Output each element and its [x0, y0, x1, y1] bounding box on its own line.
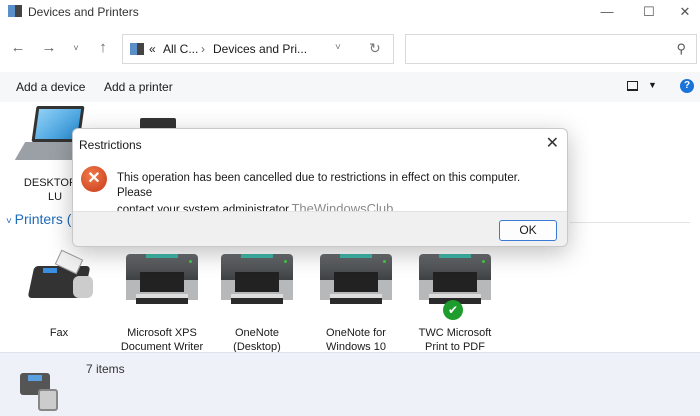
command-bar: Add a device Add a printer ▼ ?: [0, 72, 700, 102]
title-bar: Devices and Printers — ☐ ✕: [0, 0, 700, 26]
view-dropdown-icon[interactable]: ▼: [648, 80, 657, 90]
dialog-close-button[interactable]: ✕: [546, 133, 559, 153]
printers-section-header[interactable]: ˅ Printers (: [6, 211, 71, 227]
breadcrumb-all-control-panel[interactable]: All C...: [163, 42, 198, 56]
close-button[interactable]: ✕: [670, 2, 700, 22]
address-bar[interactable]: « All C... › Devices and Pri... ˅ ↻: [122, 34, 394, 64]
printer-name-line1: TWC Microsoft: [418, 327, 492, 339]
printers-section-label: Printers (: [14, 211, 72, 227]
ok-button[interactable]: OK: [499, 220, 557, 241]
printer-twc-print-to-pdf[interactable]: ✔ TWC Microsoft Print to PDF: [410, 250, 500, 354]
help-icon[interactable]: ?: [680, 79, 694, 93]
view-icon[interactable]: [627, 81, 638, 91]
recent-dropdown-button[interactable]: ˅: [67, 38, 85, 58]
printer-name-line1: OneNote for: [326, 327, 386, 339]
window-title: Devices and Printers: [28, 5, 139, 19]
forward-button[interactable]: →: [40, 38, 58, 58]
back-button[interactable]: ←: [9, 38, 27, 58]
dialog-title: Restrictions: [79, 138, 142, 152]
printer-icon: ✔: [419, 250, 491, 320]
printer-name: Fax: [49, 327, 69, 339]
printer-icon: [320, 250, 392, 306]
minimize-button[interactable]: —: [592, 2, 622, 22]
add-printer-button[interactable]: Add a printer: [104, 80, 173, 94]
printer-name-line1: Microsoft XPS: [127, 327, 197, 339]
devices-printers-icon: [8, 5, 22, 17]
section-divider: [570, 222, 690, 223]
devices-printers-large-icon: [20, 369, 60, 411]
devices-printers-icon: [130, 43, 144, 55]
search-input[interactable]: ⚲: [405, 34, 697, 64]
default-printer-check-icon: ✔: [443, 300, 463, 320]
message-line1: This operation has been cancelled due to…: [117, 172, 521, 199]
add-device-button[interactable]: Add a device: [16, 80, 85, 94]
breadcrumb-devices-printers[interactable]: Devices and Pri...: [213, 42, 307, 56]
printer-icon: [126, 250, 198, 306]
breadcrumb-overflow[interactable]: «: [149, 42, 156, 56]
printer-icon: [221, 250, 293, 306]
dialog-footer: OK: [73, 211, 567, 246]
printer-name-line1: OneNote: [234, 327, 280, 339]
up-button[interactable]: ↑: [94, 38, 112, 58]
error-icon: ✕: [81, 166, 107, 192]
item-count: 7 items: [86, 362, 125, 376]
status-bar: 7 items: [0, 352, 700, 416]
fax-icon: [23, 249, 95, 306]
printer-microsoft-xps[interactable]: Microsoft XPS Document Writer: [117, 250, 207, 354]
refresh-icon[interactable]: ↻: [369, 40, 381, 57]
search-icon: ⚲: [676, 41, 686, 56]
printer-fax[interactable]: Fax: [14, 249, 104, 340]
chevron-down-icon: ˅: [6, 216, 15, 227]
printer-onenote-desktop[interactable]: OneNote (Desktop): [212, 250, 302, 354]
breadcrumb-separator-icon: ›: [201, 42, 205, 56]
maximize-button[interactable]: ☐: [634, 2, 664, 22]
printer-onenote-win10[interactable]: OneNote for Windows 10: [311, 250, 401, 354]
restrictions-dialog: Restrictions ✕ ✕ This operation has been…: [72, 128, 568, 247]
address-dropdown-icon[interactable]: ˅: [335, 42, 341, 53]
